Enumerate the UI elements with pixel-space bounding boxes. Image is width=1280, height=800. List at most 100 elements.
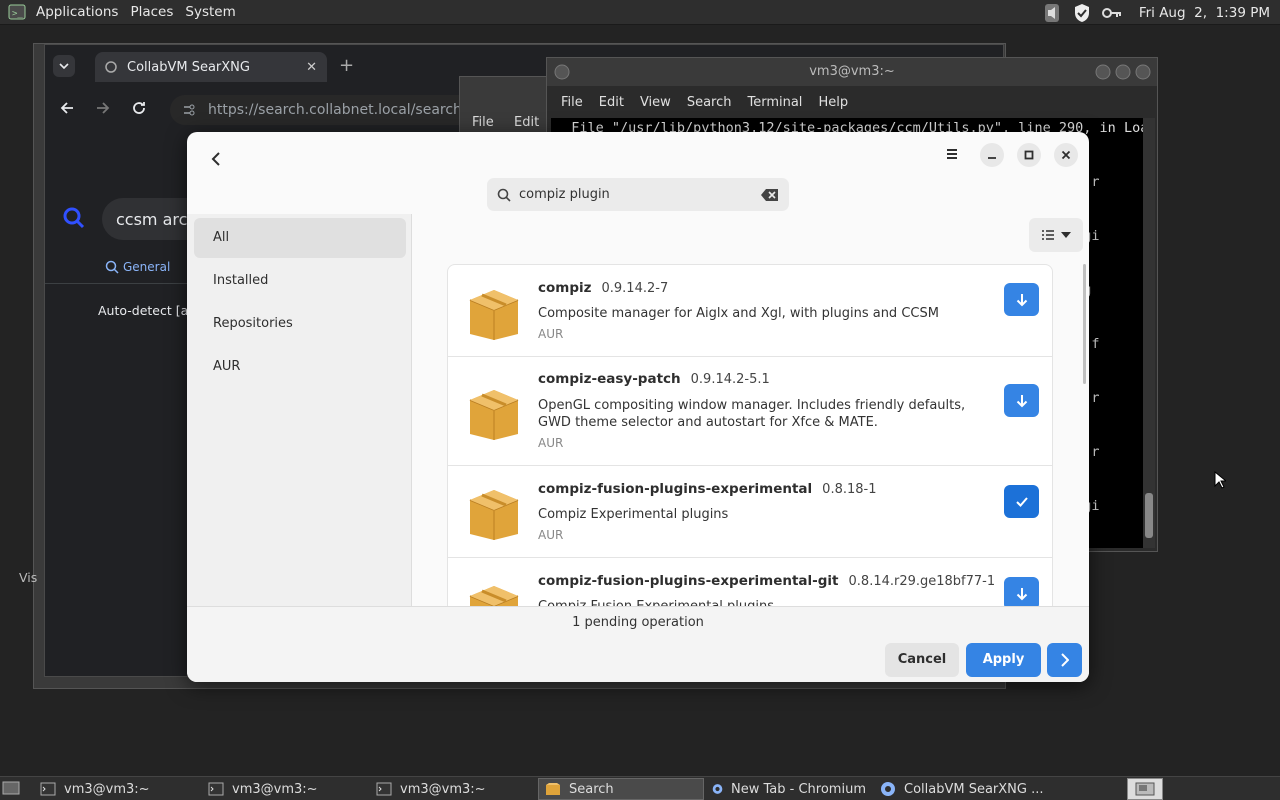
package-manager-dialog: compiz plugin All Installed Repositories… <box>187 132 1089 682</box>
general-tab[interactable]: General <box>105 260 170 274</box>
package-name: compiz <box>538 280 592 296</box>
site-info-icon <box>184 104 195 116</box>
search-logo-icon <box>62 206 86 230</box>
package-source: AUR <box>538 436 564 450</box>
chevron-left-icon <box>211 152 220 166</box>
maximize-button[interactable] <box>1017 143 1041 167</box>
taskbar-item[interactable]: CollabVM SearXNG ... <box>874 778 1044 800</box>
package-description: OpenGL compositing window manager. Inclu… <box>538 398 966 430</box>
minimize-button[interactable] <box>980 143 1004 167</box>
package-name: compiz-fusion-plugins-experimental <box>538 481 813 497</box>
taskbar-item-label: vm3@vm3:~ <box>400 781 486 797</box>
system-menu[interactable]: System <box>179 0 241 25</box>
taskbar-item[interactable]: vm3@vm3:~ <box>202 778 362 800</box>
pending-operations-text: 1 pending operation <box>572 615 704 630</box>
details-button[interactable] <box>1047 643 1082 677</box>
taskbar-item-label: vm3@vm3:~ <box>232 781 318 797</box>
win2-edit-menu[interactable]: Edit <box>514 115 539 130</box>
terminal-menu-circle-icon[interactable] <box>553 63 571 81</box>
taskbar-item[interactable]: vm3@vm3:~ <box>370 778 530 800</box>
cancel-button[interactable]: Cancel <box>885 643 959 677</box>
workspace-switcher[interactable] <box>1127 778 1163 800</box>
package-source: AUR <box>538 528 564 542</box>
back-arrow-icon[interactable] <box>59 100 75 116</box>
reload-icon[interactable] <box>131 100 147 116</box>
clear-text-icon <box>761 188 778 201</box>
terminal-menu-help[interactable]: Help <box>810 95 856 110</box>
magnifier-icon <box>105 260 119 274</box>
favicon-icon <box>105 61 117 73</box>
dialog-footer: 1 pending operation Cancel Apply <box>187 606 1089 682</box>
back-button[interactable] <box>202 145 230 173</box>
terminal-menu-view[interactable]: View <box>632 95 679 110</box>
package-row[interactable]: compiz 0.9.14.2-7 Composite manager for Ai… <box>447 264 1053 357</box>
package-row[interactable]: compiz-fusion-plugins-experimental 0.8.18… <box>447 466 1053 558</box>
package-description: Composite manager for Aiglx and Xgl, wit… <box>538 306 939 321</box>
terminal-icon <box>40 782 56 796</box>
filter-sidebar: All Installed Repositories AUR <box>187 214 412 606</box>
taskbar-item[interactable]: Search <box>538 778 704 800</box>
close-icon <box>1061 150 1071 160</box>
terminal-titlebar[interactable]: vm3@vm3:~ <box>547 58 1157 86</box>
tab-close-icon[interactable]: ✕ <box>306 60 317 75</box>
clock[interactable]: Fri Aug 2, 1:39 PM <box>1139 5 1270 21</box>
package-list-scrollbar[interactable] <box>1083 264 1086 384</box>
package-title: compiz 0.9.14.2-7 <box>538 280 668 296</box>
package-version: 0.8.14.r29.ge18bf77-1 <box>848 574 996 589</box>
package-version: 0.9.14.2-7 <box>601 281 669 296</box>
sidebar-item-aur[interactable]: AUR <box>194 347 406 387</box>
svg-text:>_: >_ <box>12 9 23 19</box>
sidebar-item-repositories[interactable]: Repositories <box>194 304 406 344</box>
terminal-menu-terminal[interactable]: Terminal <box>739 95 810 110</box>
hamburger-menu-icon[interactable] <box>942 146 962 162</box>
taskbar-item-label: vm3@vm3:~ <box>64 781 150 797</box>
marked-for-install-button[interactable] <box>1004 485 1039 518</box>
terminal-icon <box>376 782 392 796</box>
download-arrow-icon <box>1016 587 1027 600</box>
places-menu[interactable]: Places <box>124 0 179 25</box>
checkmark-icon <box>1015 496 1028 507</box>
install-button[interactable] <box>1004 577 1039 606</box>
terminal-menu-edit[interactable]: Edit <box>591 95 632 110</box>
install-button[interactable] <box>1004 384 1039 417</box>
terminal-menu-file[interactable]: File <box>553 95 591 110</box>
browser-tab[interactable]: CollabVM SearXNG ✕ <box>95 52 327 82</box>
volume-icon[interactable] <box>1041 3 1063 23</box>
terminal-window-controls[interactable] <box>1095 63 1151 81</box>
taskbar-item[interactable]: vm3@vm3:~ <box>34 778 194 800</box>
list-view-icon <box>1042 230 1054 240</box>
package-search-input[interactable]: compiz plugin <box>487 178 789 211</box>
network-icon[interactable] <box>1101 6 1123 20</box>
package-list: compiz 0.9.14.2-7 Composite manager for Ai… <box>447 264 1053 606</box>
new-tab-button[interactable]: + <box>339 55 354 76</box>
tab-search-button[interactable] <box>53 55 75 77</box>
chromium-icon <box>881 782 895 796</box>
autodetect-select[interactable]: Auto-detect [au <box>98 303 196 318</box>
top-panel: >_ Applications Places System Fri Aug 2,… <box>0 0 1280 25</box>
applications-menu[interactable]: Applications <box>30 0 124 25</box>
chevron-right-icon <box>1061 653 1069 667</box>
terminal-launcher-icon[interactable]: >_ <box>0 3 30 21</box>
sidebar-item-installed[interactable]: Installed <box>194 261 406 301</box>
package-version: 0.9.14.2-5.1 <box>690 372 770 387</box>
package-row[interactable]: compiz-fusion-plugins-experimental-git 0.… <box>447 558 1053 606</box>
package-row[interactable]: compiz-easy-patch 0.9.14.2-5.1 OpenGL comp… <box>447 357 1053 466</box>
apply-button[interactable]: Apply <box>966 643 1041 677</box>
view-mode-button[interactable] <box>1029 218 1083 252</box>
shield-icon[interactable] <box>1073 3 1091 23</box>
sidebar-item-all[interactable]: All <box>194 218 406 258</box>
system-tray: Fri Aug 2, 1:39 PM <box>1041 0 1280 25</box>
maximize-icon <box>1024 150 1034 160</box>
taskbar-item[interactable]: New Tab - Chromium <box>706 778 866 800</box>
general-tab-label: General <box>123 260 171 274</box>
terminal-menu-search[interactable]: Search <box>679 95 740 110</box>
terminal-scrollbar[interactable] <box>1143 118 1155 548</box>
close-button[interactable] <box>1054 143 1078 167</box>
show-desktop-icon[interactable] <box>2 780 20 796</box>
win2-file-menu[interactable]: File <box>472 115 494 130</box>
package-description: Compiz Experimental plugins <box>538 507 729 522</box>
desktop-side-text: Vis <box>19 570 38 585</box>
install-button[interactable] <box>1004 283 1039 316</box>
forward-arrow-icon[interactable] <box>95 100 111 116</box>
terminal-title: vm3@vm3:~ <box>809 64 895 79</box>
